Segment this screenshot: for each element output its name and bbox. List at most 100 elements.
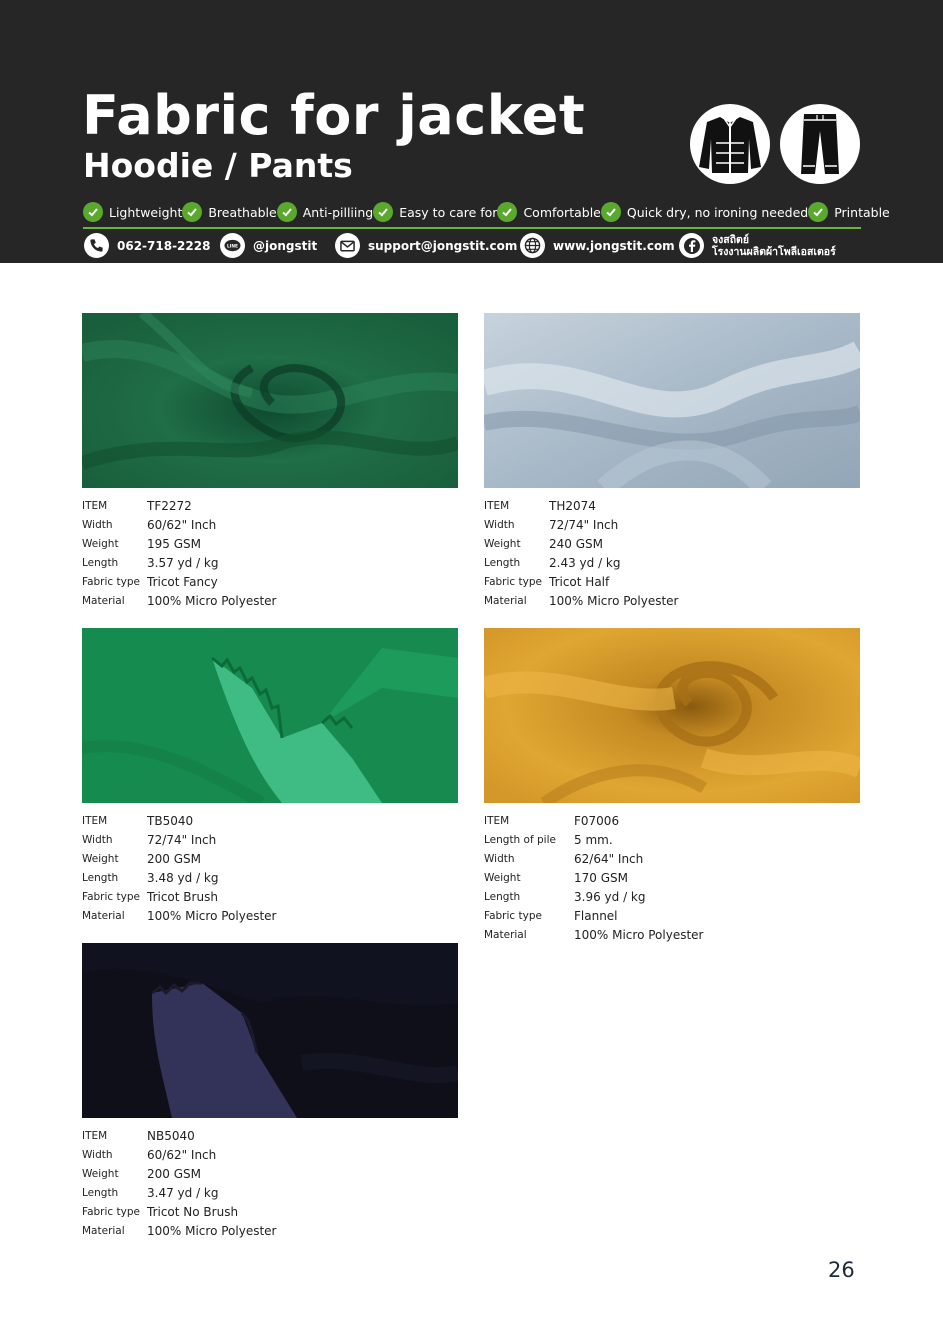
spec-label: Length of pile bbox=[484, 833, 556, 846]
feature-label: Comfortable bbox=[523, 204, 601, 220]
page-number: 26 bbox=[828, 1258, 855, 1282]
spec-label: Width bbox=[484, 852, 515, 865]
spec-row: Weight 200 GSM bbox=[82, 1164, 458, 1183]
feature-label: Printable bbox=[834, 204, 890, 220]
spec-table: ITEM TH2074 Width 72/74" Inch Weight 240 GS… bbox=[484, 496, 860, 610]
spec-value: 100% Micro Polyester bbox=[549, 593, 679, 608]
email-address: support@jongstit.com bbox=[368, 238, 518, 253]
spec-row: Fabric type Tricot Brush bbox=[82, 887, 458, 906]
spec-value: 2.43 yd / kg bbox=[549, 555, 621, 570]
feature-list: Lightweight Breathable Anti-pilliing Eas… bbox=[83, 200, 890, 224]
spec-label: Fabric type bbox=[82, 1205, 140, 1218]
spec-row: Length 3.48 yd / kg bbox=[82, 868, 458, 887]
spec-table: ITEM F07006 Length of pile 5 mm. Width 62/6… bbox=[484, 811, 860, 944]
spec-label: Material bbox=[484, 594, 527, 607]
spec-value: 100% Micro Polyester bbox=[574, 927, 704, 942]
header-banner: Fabric for jacket Hoodie / Pants Lightwe… bbox=[0, 0, 943, 263]
spec-row: Weight 200 GSM bbox=[82, 849, 458, 868]
check-icon bbox=[373, 202, 394, 222]
spec-value: 3.57 yd / kg bbox=[147, 555, 219, 570]
spec-value: 3.47 yd / kg bbox=[147, 1185, 219, 1200]
contact-facebook[interactable]: จงสถิตย์ โรงงานผลิตผ้าโพลีเอสเตอร์ bbox=[679, 233, 836, 258]
spec-label: ITEM bbox=[82, 1129, 108, 1142]
fabric-swatch-image bbox=[484, 628, 860, 803]
spec-value: TF2272 bbox=[147, 498, 192, 513]
spec-value: 60/62" Inch bbox=[147, 517, 217, 532]
spec-row: Material 100% Micro Polyester bbox=[82, 1221, 458, 1240]
facebook-icon bbox=[679, 233, 704, 258]
spec-row: Material 100% Micro Polyester bbox=[82, 591, 458, 610]
spec-label: Material bbox=[82, 1224, 125, 1237]
mail-icon bbox=[335, 233, 360, 258]
spec-label: Material bbox=[82, 594, 125, 607]
contact-line[interactable]: LINE @jongstit bbox=[220, 233, 317, 258]
spec-value: Tricot Fancy bbox=[147, 574, 218, 589]
spec-row: ITEM F07006 bbox=[484, 811, 860, 830]
spec-row: Material 100% Micro Polyester bbox=[82, 906, 458, 925]
spec-row: Weight 240 GSM bbox=[484, 534, 860, 553]
feature-item: Printable bbox=[808, 202, 890, 222]
spec-row: Fabric type Tricot Half bbox=[484, 572, 860, 591]
spec-row: ITEM NB5040 bbox=[82, 1126, 458, 1145]
spec-row: Width 72/74" Inch bbox=[82, 830, 458, 849]
fabric-card: ITEM F07006 Length of pile 5 mm. Width 62/6… bbox=[484, 628, 860, 944]
spec-label: Width bbox=[82, 1148, 113, 1161]
globe-icon bbox=[520, 233, 545, 258]
page-title: Fabric for jacket bbox=[82, 84, 586, 147]
contact-website[interactable]: www.jongstit.com bbox=[520, 233, 675, 258]
check-icon bbox=[497, 202, 518, 222]
spec-value: 100% Micro Polyester bbox=[147, 593, 277, 608]
spec-row: Fabric type Flannel bbox=[484, 906, 860, 925]
spec-value: TH2074 bbox=[549, 498, 596, 513]
spec-row: ITEM TH2074 bbox=[484, 496, 860, 515]
spec-label: Width bbox=[82, 518, 113, 531]
spec-row: Fabric type Tricot Fancy bbox=[82, 572, 458, 591]
spec-value: TB5040 bbox=[147, 813, 194, 828]
spec-label: Fabric type bbox=[82, 890, 140, 903]
facebook-name-line2: โรงงานผลิตผ้าโพลีเอสเตอร์ bbox=[712, 245, 836, 258]
spec-row: Weight 170 GSM bbox=[484, 868, 860, 887]
contact-email[interactable]: support@jongstit.com bbox=[335, 233, 517, 258]
website-url: www.jongstit.com bbox=[553, 238, 675, 253]
spec-table: ITEM NB5040 Width 60/62" Inch Weight 200 GS… bbox=[82, 1126, 458, 1240]
spec-value: 60/62" Inch bbox=[147, 1147, 217, 1162]
spec-value: Tricot No Brush bbox=[147, 1204, 239, 1219]
spec-label: ITEM bbox=[484, 814, 510, 827]
fabric-card: ITEM TH2074 Width 72/74" Inch Weight 240 GS… bbox=[484, 313, 860, 610]
check-icon bbox=[276, 202, 297, 222]
spec-label: ITEM bbox=[82, 814, 108, 827]
spec-value: 62/64" Inch bbox=[574, 851, 644, 866]
header-divider bbox=[83, 227, 861, 229]
spec-label: Length bbox=[82, 556, 119, 569]
spec-label: Fabric type bbox=[82, 575, 140, 588]
spec-table: ITEM TB5040 Width 72/74" Inch Weight 200 GS… bbox=[82, 811, 458, 925]
spec-label: Weight bbox=[484, 871, 521, 884]
spec-row: Length 3.47 yd / kg bbox=[82, 1183, 458, 1202]
spec-row: Width 62/64" Inch bbox=[484, 849, 860, 868]
contact-phone[interactable]: 062-718-2228 bbox=[84, 233, 210, 258]
spec-label: ITEM bbox=[82, 499, 108, 512]
spec-row: Material 100% Micro Polyester bbox=[484, 591, 860, 610]
feature-item: Breathable bbox=[182, 202, 277, 222]
feature-label: Quick dry, no ironing needed bbox=[626, 204, 809, 220]
spec-value: 3.48 yd / kg bbox=[147, 870, 219, 885]
facebook-name-line1: จงสถิตย์ bbox=[712, 233, 750, 246]
feature-label: Easy to care for bbox=[399, 204, 498, 220]
spec-label: Length bbox=[82, 1186, 119, 1199]
feature-item: Easy to care for bbox=[373, 202, 497, 222]
fabric-swatch-image bbox=[484, 313, 860, 488]
spec-row: Length 2.43 yd / kg bbox=[484, 553, 860, 572]
contact-bar: 062-718-2228 LINE @jongstit support@jong… bbox=[84, 233, 860, 259]
fabric-card: ITEM TF2272 Width 60/62" Inch Weight 195 GS… bbox=[82, 313, 458, 610]
spec-label: Length bbox=[82, 871, 119, 884]
spec-value: 100% Micro Polyester bbox=[147, 1223, 277, 1238]
feature-item: Anti-pilliing bbox=[276, 202, 373, 222]
spec-value: NB5040 bbox=[147, 1128, 195, 1143]
spec-row: Width 60/62" Inch bbox=[82, 515, 458, 534]
phone-icon bbox=[84, 233, 109, 258]
spec-label: Width bbox=[82, 833, 113, 846]
fabric-swatch-image bbox=[82, 313, 458, 488]
jacket-icon bbox=[690, 104, 770, 184]
spec-row: Length 3.96 yd / kg bbox=[484, 887, 860, 906]
spec-label: Fabric type bbox=[484, 575, 542, 588]
